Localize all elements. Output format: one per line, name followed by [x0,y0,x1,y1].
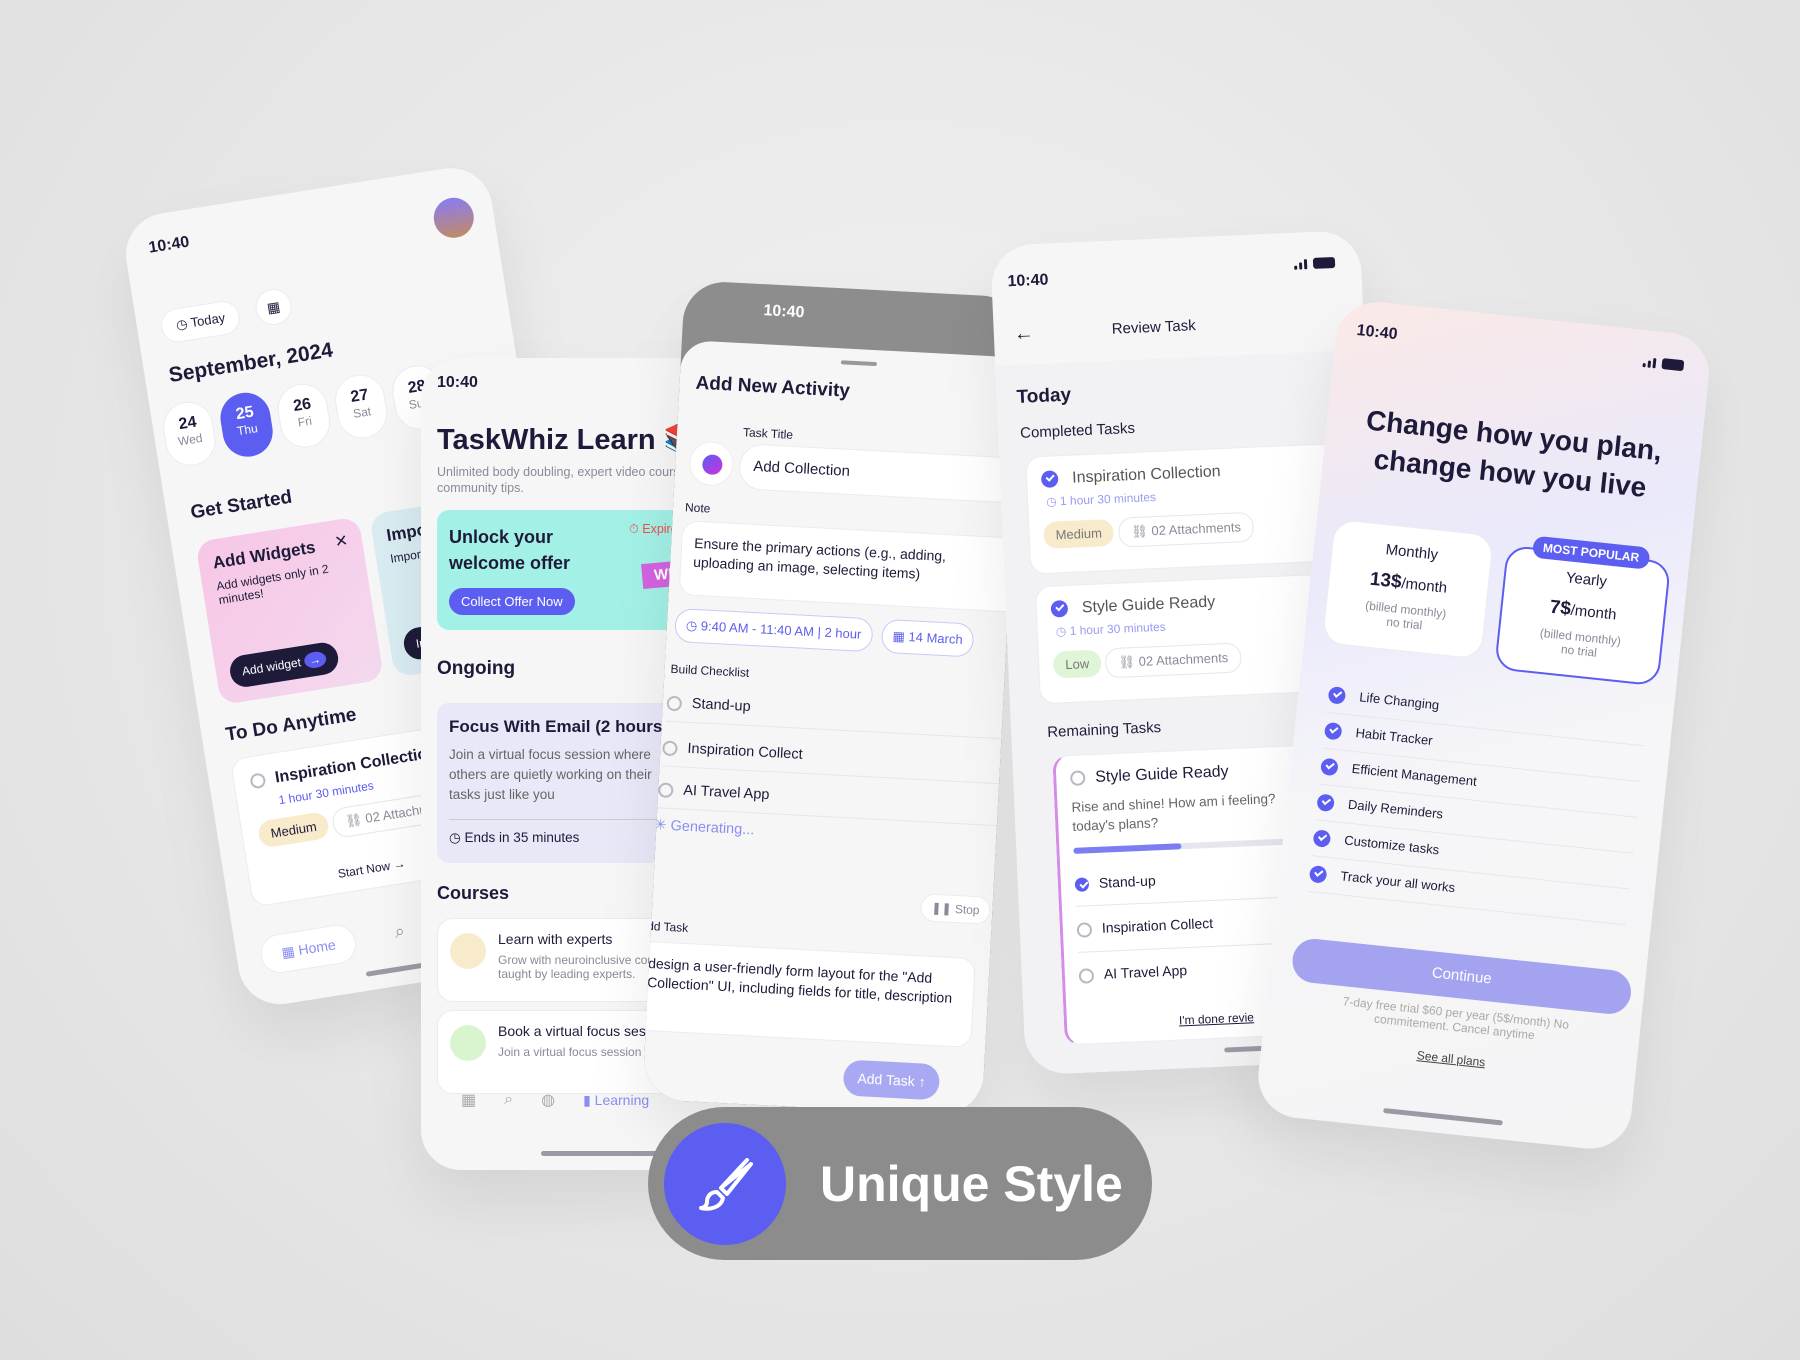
clock-icon: ◷ [685,617,702,634]
done-review-link[interactable]: I'm done revie [1179,1010,1255,1027]
calendar-icon[interactable]: ▦ [461,1090,476,1110]
course-icon [450,933,486,969]
nav-learning[interactable]: ▮ Learning [583,1092,649,1109]
battery-icon [1312,256,1336,269]
clock-icon: ◷ [449,830,465,845]
feature-list: Life Changing Habit Tracker Efficient Ma… [1307,677,1649,926]
status-time: 10:40 [147,233,191,257]
section-ongoing: Ongoing [437,658,516,679]
status-icons [1294,256,1336,270]
course-icon [450,1025,486,1061]
day-chip[interactable]: 26 Fri [274,380,334,452]
link-icon: ⛓ [344,811,367,830]
globe-icon[interactable]: ◍ [541,1090,555,1110]
calendar-icon: ▦ [892,628,909,645]
add-activity-screen: 10:40 Add New Activity Task Title Add Co… [642,280,1025,1117]
avatar[interactable] [430,194,477,241]
home-indicator [541,1151,661,1156]
paintbrush-icon [664,1122,786,1245]
status-time: 10:40 [1355,321,1399,344]
day-chip[interactable]: 24 Wed [159,398,219,470]
status-icons [1642,356,1685,372]
checklist-item[interactable]: Stand-up [665,684,1008,740]
section-courses: Courses [437,883,510,903]
unique-style-badge: Unique Style [648,1107,1152,1260]
day-chip-active[interactable]: 25 Thu [216,389,277,461]
today-button[interactable]: ◷ Today [158,298,243,345]
badge-label: Unique Style [820,1155,1123,1212]
stop-button[interactable]: ❚❚ Stop [919,893,992,925]
add-widget-button[interactable]: Add widget → [227,640,341,690]
timer-icon: ⏱ [629,522,643,536]
date-chip[interactable]: ▦ 14 March [880,618,975,658]
time-range-chip[interactable]: ◷ 9:40 AM - 11:40 AM | 2 hour [674,607,874,653]
note-input[interactable]: Ensure the primary actions (e.g., adding… [678,520,1022,613]
arrow-right-icon: → [302,650,328,670]
nav-home[interactable]: ▦ Home [257,922,360,976]
plan-monthly[interactable]: Monthly 13$/month (billed monthly) no tr… [1321,518,1495,660]
home-indicator [1382,1107,1503,1126]
bottom-nav: ▦ ⌕ ◍ ▮ Learning [461,1090,649,1110]
day-chip[interactable]: 27 Sat [331,371,391,443]
status-time: 10:40 [763,302,805,322]
pricing-headline: Change how you plan, change how you live [1364,404,1664,503]
battery-icon [1661,358,1685,372]
pause-icon: ❚❚ [931,900,956,916]
add-activity-sheet: Add New Activity Task Title Add Collecti… [642,339,1022,1117]
book-icon: ▮ [583,1091,595,1108]
add-task-input[interactable]: design a user-friendly form layout for t… [642,940,976,1049]
spinner-icon: ✳ [654,817,672,834]
priority-badge: Medium [256,811,331,849]
most-popular-badge: MOST POPULAR [1531,535,1651,570]
task-title-input[interactable]: Add Collection [738,443,1021,504]
task-checkbox[interactable] [249,772,267,790]
status-time: 10:40 [437,374,478,391]
search-icon[interactable]: ⌕ [504,1091,513,1109]
sheet-title: Add New Activity [695,372,851,402]
plan-yearly[interactable]: MOST POPULAR Yearly 7$/month (billed mon… [1494,535,1672,687]
section-get-started: Get Started [189,486,294,524]
screen-title: Review Task [1111,317,1196,338]
calendar-icon[interactable]: ▦ [252,286,295,328]
section-todo: To Do Anytime [224,704,358,746]
page-title: TaskWhiz Learn 📚 [437,424,700,456]
add-task-button[interactable]: Add Task ↑ [842,1059,941,1101]
close-icon[interactable]: ✕ [333,530,349,552]
status-time: 10:40 [1007,271,1049,291]
search-icon[interactable]: ⌕ [393,920,406,942]
start-now-button[interactable]: Start Now → [337,856,406,880]
collect-offer-button[interactable]: Collect Offer Now [449,588,575,615]
color-picker[interactable] [688,440,735,487]
sheet-handle[interactable] [840,360,877,367]
month-label: September, 2024 [167,338,335,388]
add-widgets-card[interactable]: Add Widgets Add widgets only in 2 minute… [195,516,385,706]
